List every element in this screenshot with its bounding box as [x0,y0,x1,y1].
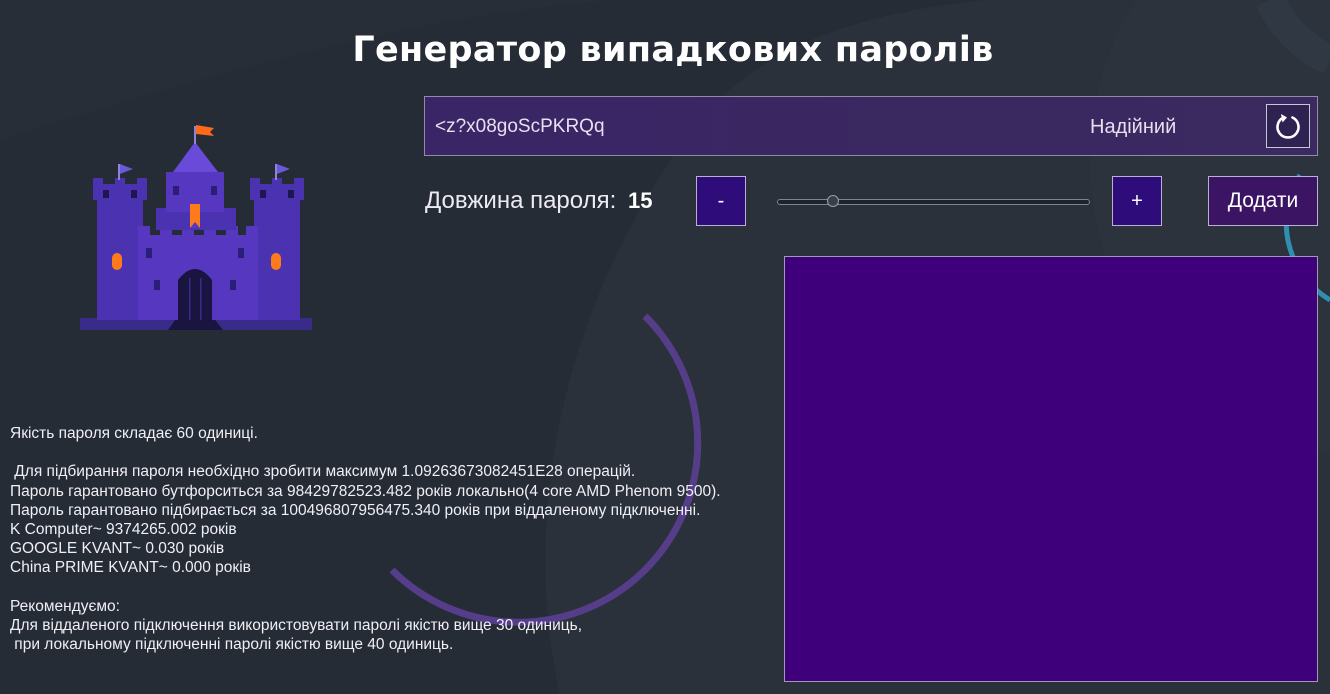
increase-length-button[interactable]: + [1112,176,1162,226]
password-value[interactable]: <z?x08goScPKRQq [435,116,605,138]
decrease-length-button[interactable]: - [696,176,746,226]
refresh-button[interactable] [1266,104,1310,148]
length-slider[interactable] [777,195,1090,207]
saved-passwords-list[interactable] [784,256,1318,682]
length-label: Довжина пароля: [425,187,617,214]
info-line [10,578,721,597]
info-line: при локальному підключенні паролі якістю… [10,636,454,654]
info-line: Пароль гарантовано бутфорситься за 98429… [10,482,721,500]
page-title: Генератор випадкових паролів [352,30,994,70]
castle-icon [80,125,312,330]
info-line: GOOGLE KVANT~ 0.030 років [10,540,225,558]
add-button[interactable]: Додати [1208,176,1318,226]
info-line: Для підбирання пароля необхідно зробити … [10,463,636,481]
length-value: 15 [628,188,653,213]
info-line: K Computer~ 9374265.002 років [10,520,237,538]
strength-label: Надійний [1090,116,1177,138]
info-line [10,443,721,462]
refresh-icon [1276,114,1300,139]
slider-thumb[interactable] [827,195,840,207]
info-line: Якість пароля складає 60 одиниці. [10,425,258,442]
password-info: Якість пароля складає 60 одиниці. Для пі… [10,424,721,654]
password-output[interactable]: <z?x08goScPKRQq Надійний [424,96,1318,156]
info-line: Для віддаленого підключення використовув… [10,616,582,634]
info-line: Рекомендуємо: [10,597,120,615]
info-line: China PRIME KVANT~ 0.000 років [10,559,251,577]
slider-track [777,199,1090,205]
info-line: Пароль гарантовано підбирається за 10049… [10,501,701,519]
app-window: Генератор випадкових паролів <z?x08goScP… [0,0,1330,694]
